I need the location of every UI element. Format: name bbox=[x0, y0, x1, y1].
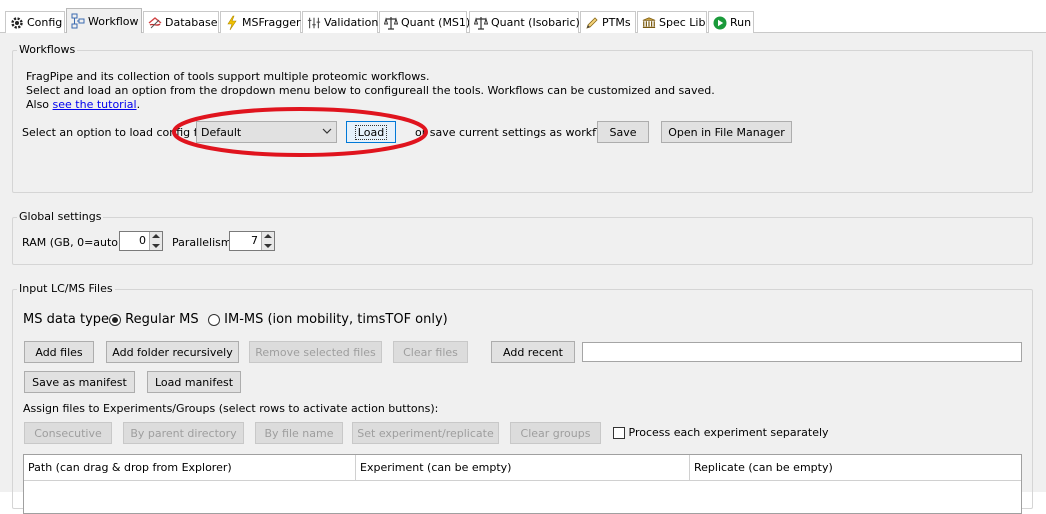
process-each-checkbox-box[interactable] bbox=[613, 427, 625, 439]
tab-label: Quant (MS1) bbox=[401, 16, 471, 29]
workflows-group: Workflows FragPipe and its collection of… bbox=[12, 43, 1033, 193]
annotation-ellipse bbox=[172, 107, 428, 157]
tutorial-suffix: . bbox=[136, 98, 141, 111]
tab-label: Quant (Isobaric) bbox=[491, 16, 580, 29]
tab-label: Run bbox=[730, 16, 752, 29]
tab-msfragger[interactable]: MSFragger bbox=[220, 11, 301, 33]
gear-icon bbox=[10, 16, 24, 30]
global-settings-group: Global settings RAM (GB, 0=auto) 0 Paral… bbox=[12, 210, 1033, 265]
assign-groups-label: Assign files to Experiments/Groups (sele… bbox=[23, 402, 439, 415]
tab-label: MSFragger bbox=[242, 16, 301, 29]
pencil-icon bbox=[585, 16, 599, 30]
set-experiment-replicate-button[interactable]: Set experiment/replicate bbox=[352, 422, 499, 444]
process-each-experiment-checkbox[interactable]: Process each experiment separately bbox=[613, 426, 829, 439]
annotation-ellipse-stroke bbox=[172, 107, 428, 157]
save-workflow-label: or save current settings as workflow bbox=[415, 126, 615, 139]
tab-spec-lib[interactable]: Spec Lib bbox=[637, 11, 707, 33]
ms-data-type-label: MS data type bbox=[23, 312, 110, 327]
process-each-label: Process each experiment separately bbox=[628, 426, 829, 439]
radio-im-ms[interactable]: IM-MS (ion mobility, timsTOF only) bbox=[208, 312, 448, 327]
tab-label: Workflow bbox=[88, 14, 139, 28]
radio-regular-ms-dot[interactable] bbox=[109, 313, 121, 326]
recent-path-input[interactable] bbox=[582, 342, 1022, 362]
open-in-file-manager-button[interactable]: Open in File Manager bbox=[661, 121, 792, 143]
consecutive-button[interactable]: Consecutive bbox=[24, 422, 112, 444]
spinner-arrows-icon[interactable] bbox=[261, 232, 274, 250]
tab-label: Spec Lib bbox=[659, 16, 706, 29]
input-files-legend: Input LC/MS Files bbox=[17, 282, 115, 295]
parallelism-value: 7 bbox=[251, 234, 258, 247]
input-files-group: Input LC/MS Files MS data type Regular M… bbox=[12, 282, 1033, 514]
load-manifest-button[interactable]: Load manifest bbox=[147, 371, 241, 393]
column-header-replicate[interactable]: Replicate (can be empty) bbox=[690, 455, 1021, 481]
parallelism-label: Parallelism bbox=[172, 236, 232, 249]
tab-quant-isobaric[interactable]: Quant (Isobaric) bbox=[469, 11, 580, 33]
tab-label: PTMs bbox=[602, 16, 631, 29]
tab-database[interactable]: Database bbox=[143, 11, 219, 33]
parallelism-spinner[interactable]: 7 bbox=[229, 231, 275, 251]
ram-spinner[interactable]: 0 bbox=[119, 231, 163, 251]
by-parent-directory-button[interactable]: By parent directory bbox=[123, 422, 244, 444]
clear-groups-button[interactable]: Clear groups bbox=[510, 422, 601, 444]
tab-label: Config bbox=[27, 16, 63, 29]
tutorial-link[interactable]: see the tutorial bbox=[53, 98, 137, 111]
tutorial-prefix: Also bbox=[26, 98, 53, 111]
add-files-button[interactable]: Add files bbox=[24, 341, 94, 363]
tab-quant-ms1[interactable]: Quant (MS1) bbox=[379, 11, 471, 33]
radio-regular-ms[interactable]: Regular MS bbox=[109, 312, 199, 327]
lightning-icon bbox=[225, 15, 239, 30]
workflow-panel: Workflows FragPipe and its collection of… bbox=[0, 33, 1046, 514]
spinner-arrows-icon[interactable] bbox=[149, 232, 162, 250]
save-manifest-button[interactable]: Save as manifest bbox=[24, 371, 135, 393]
radio-im-ms-label: IM-MS (ion mobility, timsTOF only) bbox=[224, 312, 448, 327]
tab-label: Database bbox=[165, 16, 218, 29]
tab-run[interactable]: Run bbox=[708, 11, 754, 33]
add-recent-button[interactable]: Add recent bbox=[491, 341, 575, 363]
by-file-name-button[interactable]: By file name bbox=[255, 422, 343, 444]
add-folder-button[interactable]: Add folder recursively bbox=[106, 341, 239, 363]
radio-im-ms-dot[interactable] bbox=[208, 313, 220, 326]
tab-validation[interactable]: Validation bbox=[302, 11, 378, 33]
scale-icon bbox=[384, 16, 398, 30]
files-table[interactable]: Path (can drag & drop from Explorer) Exp… bbox=[23, 454, 1022, 514]
ram-value: 0 bbox=[139, 234, 146, 247]
tab-bar: Config Workflow Database MSFragger Valid… bbox=[0, 0, 1046, 34]
workflows-intro-line1: FragPipe and its collection of tools sup… bbox=[26, 70, 430, 83]
validation-icon bbox=[307, 16, 321, 30]
column-header-path[interactable]: Path (can drag & drop from Explorer) bbox=[24, 455, 356, 481]
library-icon bbox=[642, 16, 656, 30]
tab-ptms[interactable]: PTMs bbox=[580, 11, 636, 33]
column-header-experiment[interactable]: Experiment (can be empty) bbox=[356, 455, 690, 481]
workflow-icon bbox=[71, 13, 85, 29]
tab-config[interactable]: Config bbox=[5, 11, 65, 33]
ram-label: RAM (GB, 0=auto) bbox=[22, 236, 123, 249]
tab-workflow[interactable]: Workflow bbox=[66, 8, 142, 33]
workflows-intro-line2: Select and load an option from the dropd… bbox=[26, 84, 715, 97]
global-settings-legend: Global settings bbox=[17, 210, 104, 223]
workflows-legend: Workflows bbox=[17, 43, 78, 56]
play-icon bbox=[713, 16, 727, 30]
tab-label: Validation bbox=[324, 16, 379, 29]
radio-regular-ms-label: Regular MS bbox=[125, 312, 199, 327]
tutorial-line: Also see the tutorial. bbox=[26, 98, 140, 111]
clear-files-button[interactable]: Clear files bbox=[393, 341, 468, 363]
scale-icon bbox=[474, 16, 488, 30]
remove-selected-files-button[interactable]: Remove selected files bbox=[249, 341, 382, 363]
database-icon bbox=[148, 16, 162, 30]
save-workflow-button[interactable]: Save bbox=[597, 121, 649, 143]
